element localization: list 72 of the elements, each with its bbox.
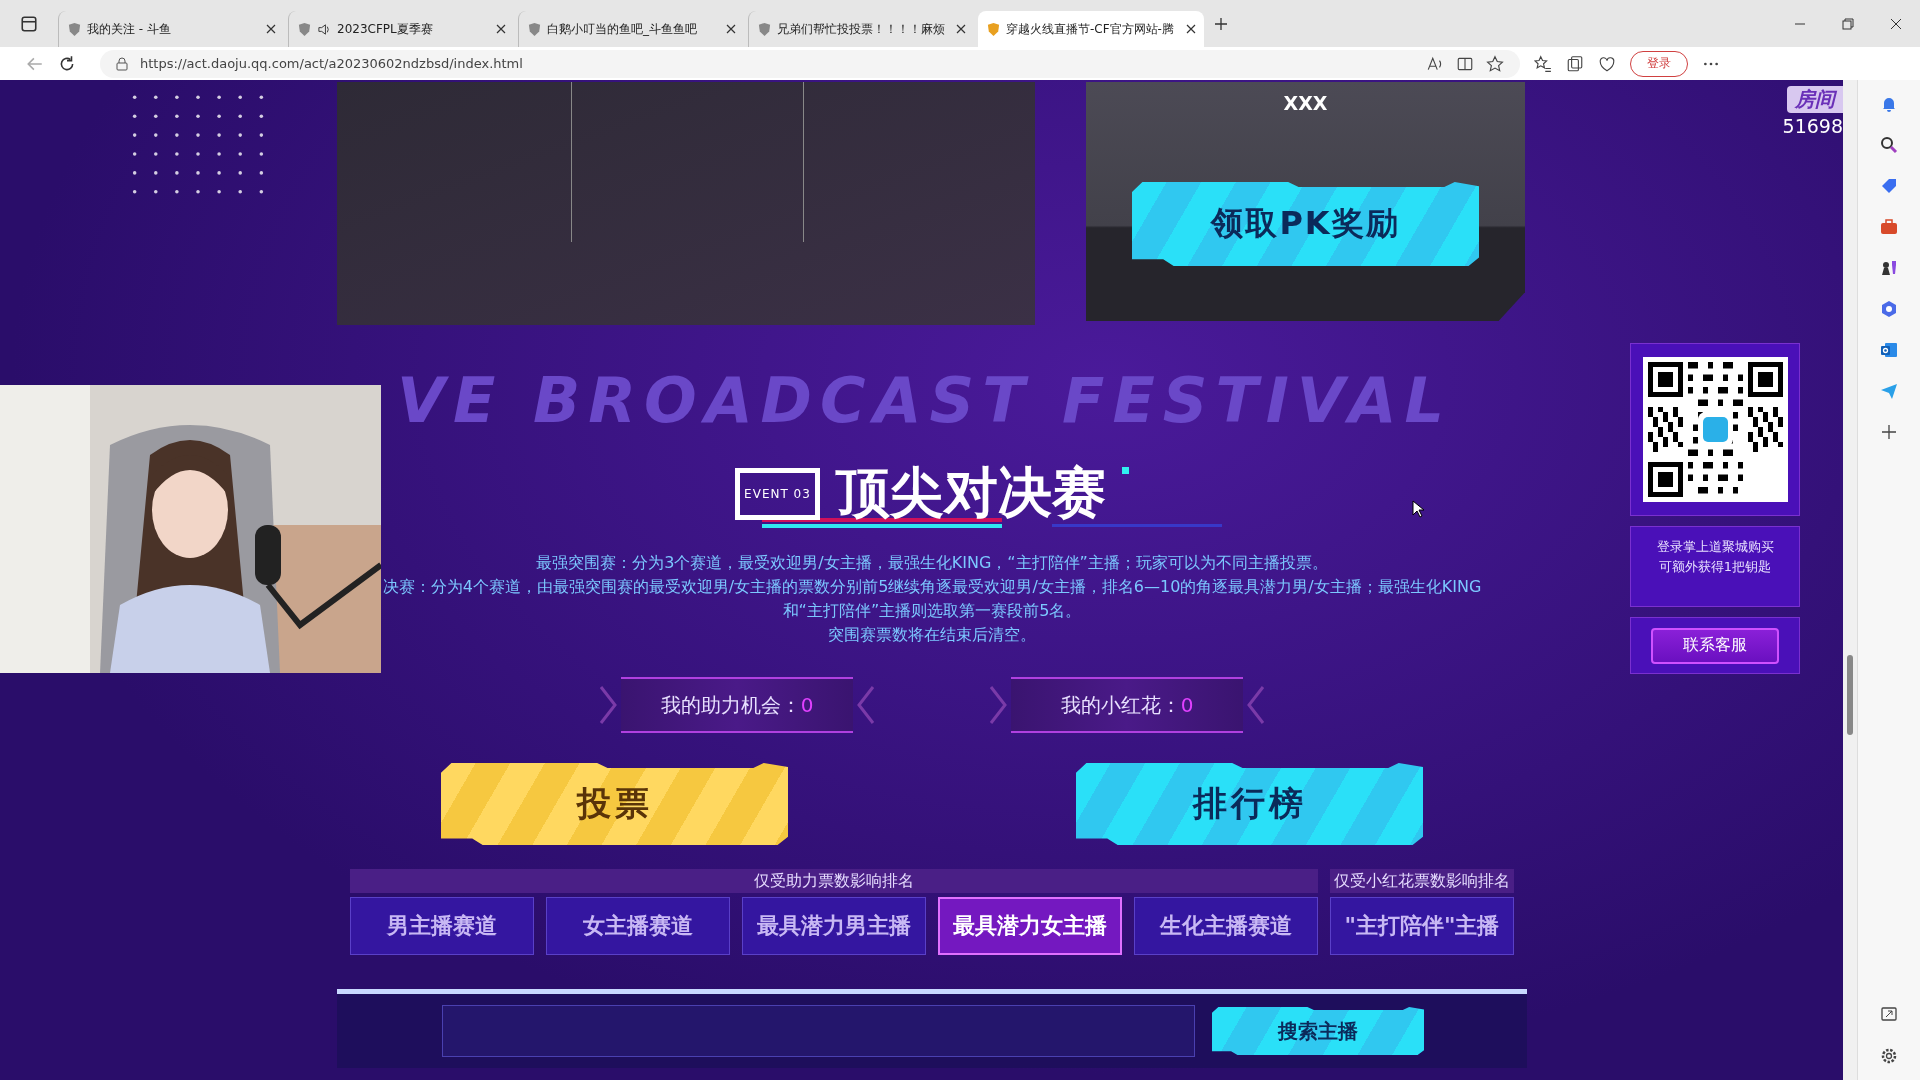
close-icon[interactable] [266, 24, 276, 34]
address-bar[interactable]: https://act.daoju.qq.com/act/a20230602ndzbsd/index.html [100, 49, 1520, 78]
close-icon[interactable] [956, 24, 966, 34]
tab-title: 白鹅小叮当的鱼吧_斗鱼鱼吧 [547, 20, 698, 38]
lane-tab[interactable]: "主打陪伴"主播 [1330, 897, 1514, 955]
lane-tab[interactable]: 男主播赛道 [350, 897, 534, 955]
shield-icon [527, 21, 542, 37]
add-icon[interactable] [1879, 422, 1899, 442]
lock-icon [116, 56, 128, 71]
scrollbar[interactable] [1843, 80, 1857, 1080]
lane-tab[interactable]: 最具潜力女主播 [938, 897, 1122, 955]
star-icon[interactable] [1486, 54, 1504, 73]
rule-text: 最强突围赛：分为3个赛道，最受欢迎男/女主播，最强生化KING，“主打陪伴”主播；玩家可以为不同主播投票。 [535, 552, 1329, 574]
close-icon[interactable] [1890, 17, 1902, 30]
vote-button[interactable]: 投票 [441, 763, 788, 845]
chevron-icon [597, 685, 617, 725]
player-name: XXX [1283, 92, 1328, 114]
search-button[interactable]: 搜索主播 [1212, 1007, 1424, 1055]
search-icon[interactable] [1879, 135, 1899, 155]
cursor-icon [1412, 500, 1424, 518]
favorites-icon[interactable] [1534, 54, 1552, 73]
chess-icon[interactable] [1879, 258, 1899, 278]
shield-icon [986, 21, 1001, 37]
restore-icon[interactable] [1842, 17, 1854, 30]
background-heading: VE BROADCAST FESTIVAL [397, 365, 1453, 437]
read-aloud-icon[interactable] [1426, 54, 1444, 73]
settings-icon[interactable] [1879, 1046, 1899, 1066]
counter-display: 我的小红花：0 [1011, 677, 1243, 733]
contact-service-button[interactable]: 联系客服 [1651, 627, 1779, 664]
counter-display: 我的助力机会：0 [621, 677, 853, 733]
section-title: 顶尖对决赛 [835, 460, 1106, 526]
reload-icon[interactable] [58, 54, 76, 73]
lane-tab[interactable]: 最具潜力男主播 [742, 897, 926, 955]
login-button[interactable]: 登录 [1630, 50, 1688, 77]
tab-actions-icon[interactable] [20, 14, 38, 33]
tab-title: 兄弟们帮忙投投票！！！！麻烦 [777, 20, 946, 38]
new-tab-icon[interactable] [1214, 16, 1228, 31]
close-icon[interactable] [726, 24, 736, 34]
hexagon-icon[interactable] [1879, 299, 1899, 319]
tab-title: 2023CFPL夏季赛 [337, 20, 434, 38]
browser-tab[interactable]: 穿越火线直播节-CF官方网站-腾 [978, 11, 1204, 47]
accent-square [1121, 467, 1129, 474]
chevron-icon [1247, 685, 1267, 725]
group-label: 仅受小红花票数影响排名 [1330, 869, 1514, 893]
paper-plane-icon[interactable] [1879, 381, 1899, 401]
group-label: 仅受助力票数影响排名 [350, 869, 1318, 893]
tab-title: 我的关注 - 斗鱼 [87, 20, 172, 38]
promo-text: 可额外获得1把钥匙 [1658, 558, 1772, 576]
event-badge: EVENT 03 [735, 467, 820, 520]
shield-icon [757, 21, 772, 37]
room-number: 51698 [1782, 115, 1843, 137]
rule-text: 突围赛票数将在结束后清空。 [827, 624, 1037, 646]
search-field[interactable] [442, 1005, 1195, 1057]
close-icon[interactable] [496, 24, 506, 34]
rule-text: 决赛：分为4个赛道，由最强突围赛的最受欢迎男/女主播的票数分别前5继续角逐最受欢迎男/女主播，排名6—10的角逐最具潜力男/女主播；最强生化KING和“主打陪伴”主播则选取第一赛段前5名。 [381, 576, 1483, 622]
shield-icon [67, 21, 82, 37]
shield-icon [297, 21, 312, 37]
url-text: https://act.daoju.qq.com/act/a20230602ndzbsd/index.html [140, 56, 523, 71]
toolbox-icon[interactable] [1879, 217, 1899, 237]
speaker-icon[interactable] [317, 21, 332, 37]
mail-icon[interactable] [1879, 340, 1899, 360]
tab-title: 穿越火线直播节-CF官方网站-腾 [1006, 20, 1175, 38]
lane-tab[interactable]: 女主播赛道 [546, 897, 730, 955]
room-label: 房间 [1787, 86, 1843, 113]
claim-reward-button[interactable]: 领取PK奖励 [1132, 182, 1479, 266]
chevron-icon [987, 685, 1007, 725]
close-icon[interactable] [1186, 24, 1196, 34]
promo-text: 登录掌上道聚城购买 [1656, 538, 1774, 556]
lane-tab[interactable]: 生化主播赛道 [1134, 897, 1318, 955]
collections-icon[interactable] [1566, 54, 1584, 73]
chevron-icon [857, 685, 877, 725]
ranking-button[interactable]: 排行榜 [1076, 763, 1423, 845]
